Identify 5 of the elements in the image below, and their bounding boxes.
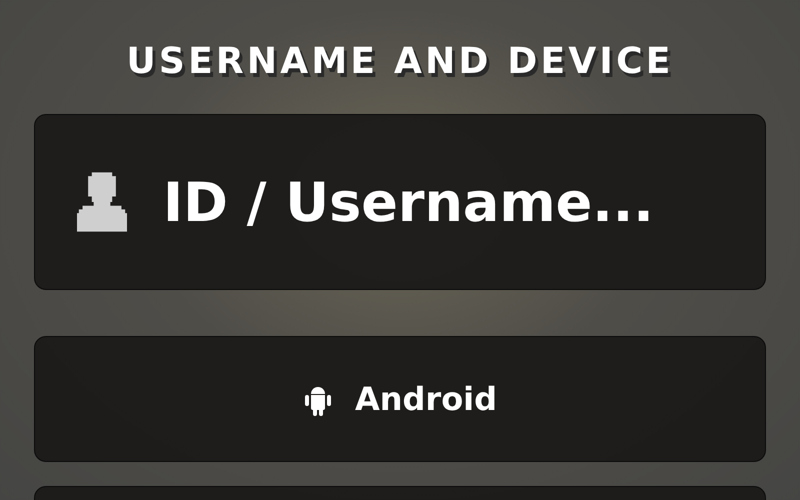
section-title: USERNAME AND DEVICE bbox=[126, 40, 674, 84]
username-field[interactable]: ID / Username... bbox=[34, 114, 766, 290]
user-icon bbox=[77, 170, 127, 234]
username-input[interactable]: ID / Username... bbox=[163, 162, 723, 242]
device-button[interactable]: Android bbox=[34, 336, 766, 462]
